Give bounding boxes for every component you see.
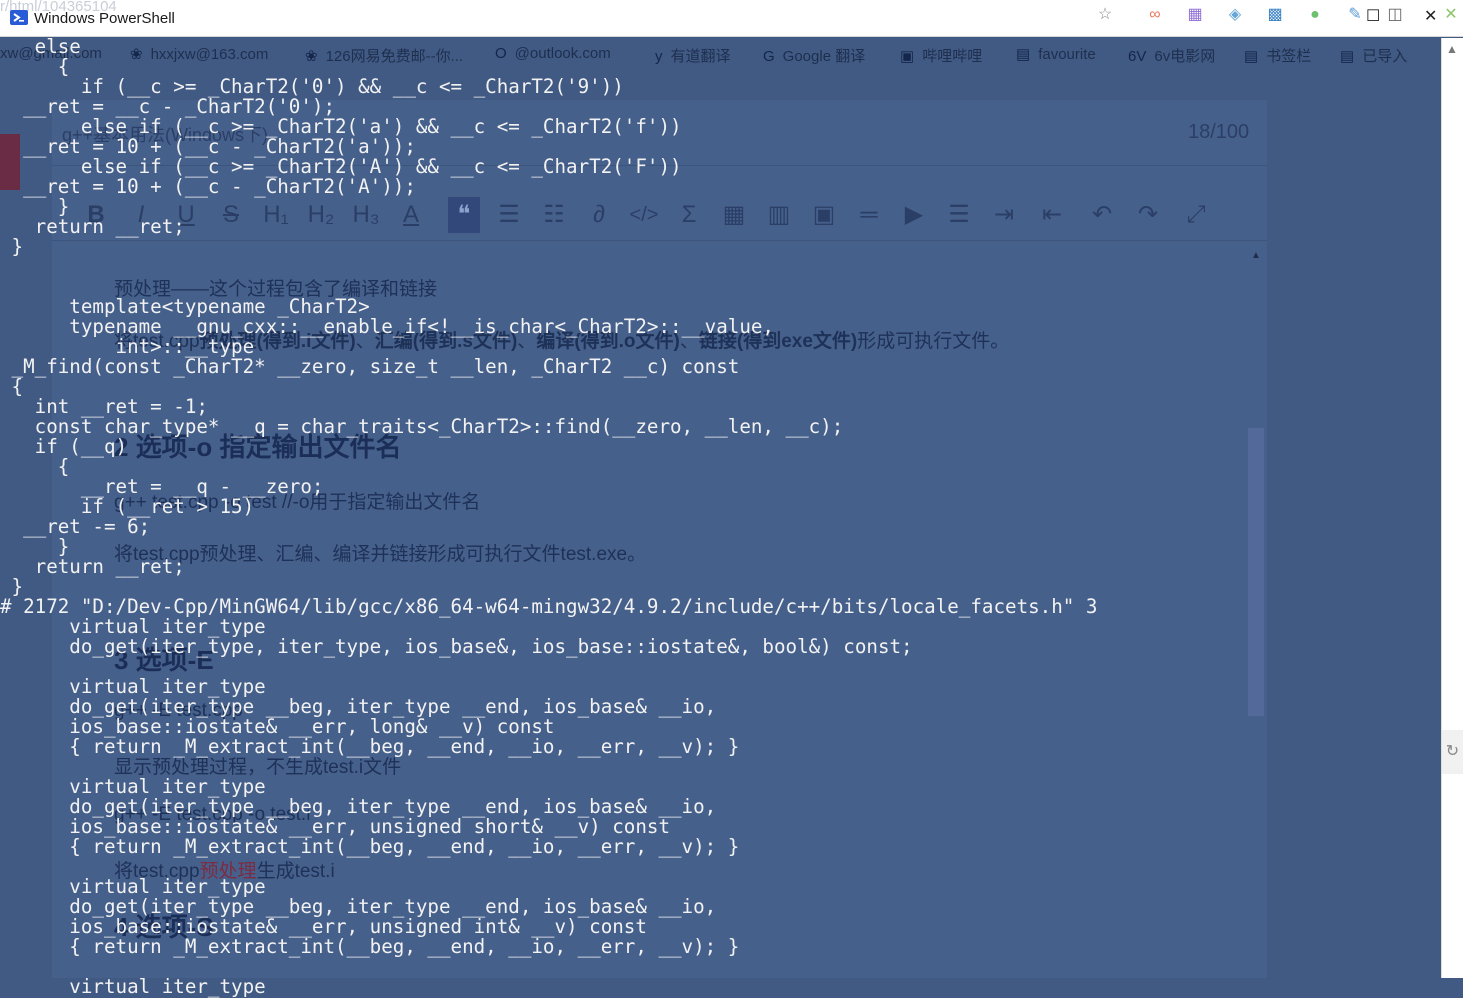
terminal-line: int>::__type bbox=[0, 335, 255, 358]
terminal-line: return __ret; bbox=[0, 215, 185, 238]
terminal-line: if (__c >= _CharT2('0') && __c <= _CharT… bbox=[0, 75, 624, 98]
terminal-line: { return _M_extract_int(__beg, __end, __… bbox=[0, 835, 740, 858]
terminal-line: else if (__c >= _CharT2('a') && __c <= _… bbox=[0, 115, 682, 138]
terminal-line: } bbox=[0, 535, 70, 558]
terminal-line: { bbox=[0, 55, 70, 78]
extension-x-icon[interactable]: ✕ bbox=[1440, 4, 1462, 26]
terminal-line: const char_type* __q = char_traits<_Char… bbox=[0, 415, 844, 438]
terminal-line: int __ret = -1; bbox=[0, 395, 208, 418]
extension-leaf-icon[interactable]: ● bbox=[1304, 4, 1326, 26]
terminal-line: __ret -= 6; bbox=[0, 515, 151, 538]
terminal-line: __ret = __c - _CharT2('0'); bbox=[0, 95, 336, 118]
terminal-line: ios_base::iostate& __err, long& __v) con… bbox=[0, 715, 555, 738]
terminal-line: virtual iter_type bbox=[0, 975, 266, 998]
terminal-line: do_get(iter_type, iter_type, ios_base&, … bbox=[0, 635, 913, 658]
terminal-output[interactable]: else { if (__c >= _CharT2('0') && __c <=… bbox=[0, 37, 1441, 997]
terminal-line: { bbox=[0, 375, 24, 398]
side-refresh-icon[interactable]: ↻ bbox=[1442, 730, 1463, 774]
terminal-line: if (__q) bbox=[0, 435, 128, 458]
terminal-line: if (__ret > 15) bbox=[0, 495, 255, 518]
extension-sync-icon[interactable]: ◫ bbox=[1384, 4, 1406, 26]
terminal-line: { return _M_extract_int(__beg, __end, __… bbox=[0, 935, 740, 958]
extension-infinity-icon[interactable]: ∞ bbox=[1144, 4, 1166, 26]
terminal-line: do_get(iter_type __beg, iter_type __end,… bbox=[0, 795, 717, 818]
terminal-line: template<typename _CharT2> bbox=[0, 295, 370, 318]
title-bar: r/html/104365104 Windows PowerShell ☆ ∞ … bbox=[0, 0, 1463, 37]
terminal-line: return __ret; bbox=[0, 555, 185, 578]
window-scrollbar[interactable] bbox=[1441, 38, 1463, 978]
terminal-line: __ret = 10 + (__c - _CharT2('A')); bbox=[0, 175, 416, 198]
terminal-line: __ret = __q - __zero; bbox=[0, 475, 324, 498]
terminal-line: do_get(iter_type __beg, iter_type __end,… bbox=[0, 695, 717, 718]
scroll-up-arrow-icon[interactable]: ▲ bbox=[1446, 42, 1458, 56]
terminal-line: do_get(iter_type __beg, iter_type __end,… bbox=[0, 895, 717, 918]
terminal-line: } bbox=[0, 235, 24, 258]
terminal-line: virtual iter_type bbox=[0, 775, 266, 798]
terminal-line: else bbox=[0, 35, 81, 58]
terminal-line: { return _M_extract_int(__beg, __end, __… bbox=[0, 735, 740, 758]
extension-cloud-icon[interactable]: ◈ bbox=[1224, 4, 1246, 26]
extension-note-icon[interactable]: ▦ bbox=[1184, 4, 1206, 26]
star-icon[interactable]: ☆ bbox=[1094, 4, 1116, 26]
terminal-line: virtual iter_type bbox=[0, 675, 266, 698]
extension-grid-icon[interactable]: ▩ bbox=[1264, 4, 1286, 26]
maximize-button[interactable]: ☐ bbox=[1366, 8, 1380, 26]
terminal-line: _M_find(const _CharT2* __zero, size_t __… bbox=[0, 355, 740, 378]
window-title: Windows PowerShell bbox=[34, 10, 175, 27]
terminal-line: __ret = 10 + (__c - _CharT2('a')); bbox=[0, 135, 416, 158]
terminal-line: ios_base::iostate& __err, unsigned short… bbox=[0, 815, 671, 838]
terminal-line: { bbox=[0, 455, 70, 478]
terminal-line: } bbox=[0, 195, 70, 218]
terminal-line: virtual iter_type bbox=[0, 615, 266, 638]
close-button[interactable]: ✕ bbox=[1424, 8, 1437, 26]
terminal-line: } bbox=[0, 575, 24, 598]
terminal-line: typename __gnu_cxx::__enable_if<!__is_ch… bbox=[0, 315, 774, 338]
powershell-icon bbox=[10, 10, 28, 25]
terminal-line: else if (__c >= _CharT2('A') && __c <= _… bbox=[0, 155, 682, 178]
extension-feather-icon[interactable]: ✎ bbox=[1344, 4, 1366, 26]
terminal-line: ios_base::iostate& __err, unsigned int& … bbox=[0, 915, 647, 938]
terminal-line: # 2172 "D:/Dev-Cpp/MinGW64/lib/gcc/x86_6… bbox=[0, 595, 1098, 618]
terminal-line: virtual iter_type bbox=[0, 875, 266, 898]
